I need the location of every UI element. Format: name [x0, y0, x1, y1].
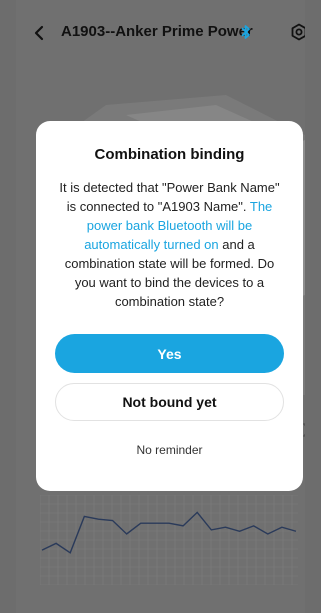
settings-icon[interactable] [290, 23, 305, 41]
dialog-message-part1: It is detected that "Power Bank Name" is… [59, 180, 280, 214]
not-bound-yet-button[interactable]: Not bound yet [55, 383, 284, 421]
chart-series-line [41, 511, 297, 554]
chevron-left-icon [34, 25, 44, 41]
dialog-title: Combination binding [94, 146, 245, 163]
page-title: A1903--Anker Prime Power [61, 23, 253, 40]
power-chart [40, 495, 298, 585]
back-button[interactable] [30, 24, 48, 42]
no-reminder-link[interactable]: No reminder [36, 443, 303, 457]
bluetooth-icon [241, 25, 250, 39]
dialog-message: It is detected that "Power Bank Name" is… [54, 178, 285, 311]
header: A1903--Anker Prime Power [16, 0, 305, 62]
yes-button[interactable]: Yes [55, 334, 284, 373]
combination-binding-dialog: Combination binding It is detected that … [36, 121, 303, 491]
